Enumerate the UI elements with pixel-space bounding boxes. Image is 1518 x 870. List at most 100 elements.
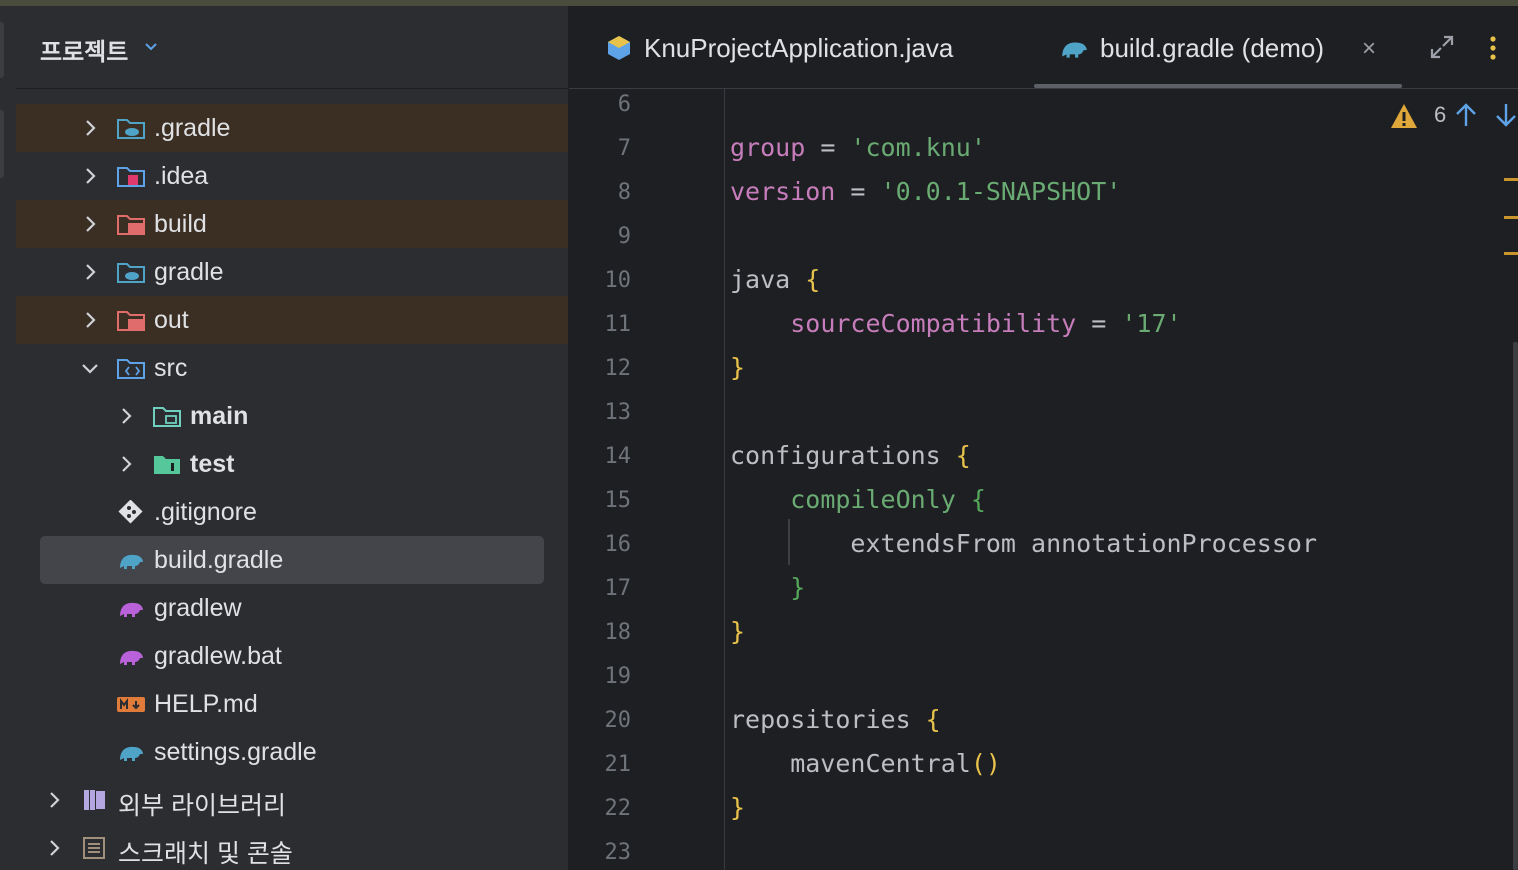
tool-window-handle[interactable] [0, 110, 4, 178]
code-token: } [730, 617, 746, 646]
code-token: java [730, 265, 806, 294]
tree-item-gitignore[interactable]: .gitignore [16, 488, 568, 536]
code-token: extendsFrom annotationProcessor [730, 529, 1317, 558]
code-token: sourceCompatibility [790, 309, 1077, 338]
code-token: { [970, 485, 986, 514]
module-folder-icon [153, 407, 181, 427]
chevron-right-icon[interactable] [80, 166, 100, 186]
tree-item-dot-idea[interactable]: .idea [16, 152, 568, 200]
tree-item-gradlew[interactable]: gradlew [16, 584, 568, 632]
line-number: 10 [604, 268, 632, 293]
code-token: = [1076, 309, 1122, 338]
code-token: repositories [730, 705, 926, 734]
editor-scrollbar[interactable] [1513, 342, 1518, 870]
project-panel-header: 프로젝트 [16, 6, 568, 89]
code-line[interactable]: } [730, 793, 745, 822]
code-token: () [970, 749, 1001, 778]
gradlew-icon [120, 602, 143, 617]
code-line[interactable]: } [730, 353, 745, 382]
code-line[interactable]: compileOnly { [730, 485, 986, 514]
tree-item-test[interactable]: test [16, 440, 568, 488]
tree-item-label: settings.gradle [154, 738, 317, 766]
tree-item-build-gradle[interactable]: build.gradle [16, 536, 568, 584]
line-number: 18 [604, 620, 632, 645]
code-line[interactable]: } [730, 617, 745, 646]
code-line[interactable]: mavenCentral() [730, 749, 1001, 778]
code-line[interactable]: java { [730, 265, 820, 294]
project-panel-title[interactable]: 프로젝트 [40, 32, 128, 67]
tab-knu-project-application[interactable]: KnuProjectApplication.java [569, 6, 1009, 88]
java-class-icon [608, 36, 630, 60]
tree-item-label: 외부 라이브러리 [118, 792, 286, 820]
tree-item-gradlew-bat[interactable]: gradlew.bat [16, 632, 568, 680]
tree-item-gradle[interactable]: gradle [16, 248, 568, 296]
code-line[interactable]: group = 'com.knu' [730, 133, 986, 162]
code-line[interactable]: sourceCompatibility = '17' [730, 309, 1181, 338]
line-number: 23 [604, 840, 632, 865]
code-token: '0.0.1-SNAPSHOT' [880, 177, 1122, 206]
code-line[interactable]: } [730, 573, 805, 602]
chevron-down-icon[interactable] [143, 39, 159, 55]
tree-item-external-libraries[interactable]: 외부 라이브러리 [16, 776, 568, 824]
chevron-right-icon[interactable] [80, 214, 100, 234]
warning-marker[interactable] [1504, 216, 1518, 219]
source-folder-icon [117, 359, 145, 379]
tree-item-dot-gradle[interactable]: .gradle [16, 104, 568, 152]
excluded-folder-icon [117, 311, 145, 331]
chevron-right-icon[interactable] [116, 454, 136, 474]
tree-item-label: src [154, 354, 188, 382]
line-number: 14 [604, 444, 632, 469]
warning-marker[interactable] [1504, 178, 1518, 181]
tab-label: KnuProjectApplication.java [644, 33, 954, 63]
line-number: 17 [604, 576, 632, 601]
line-number: 15 [604, 488, 632, 513]
tree-item-src[interactable]: src [16, 344, 568, 392]
chevron-right-icon[interactable] [80, 262, 100, 282]
line-number: 11 [604, 312, 632, 337]
tree-item-settings-gradle[interactable]: settings.gradle [16, 728, 568, 776]
line-number: 16 [604, 532, 632, 557]
tab-label: build.gradle (demo) [1100, 33, 1325, 63]
chevron-down-icon[interactable] [80, 358, 100, 378]
line-number: 8 [617, 180, 631, 205]
tree-item-label: HELP.md [154, 690, 258, 718]
code-line[interactable]: version = '0.0.1-SNAPSHOT' [730, 177, 1121, 206]
arrow-up-icon[interactable] [1454, 102, 1478, 128]
arrow-down-icon[interactable] [1494, 102, 1518, 128]
more-options-icon[interactable] [1487, 34, 1499, 62]
chevron-right-icon[interactable] [116, 406, 136, 426]
scratch-icon [83, 837, 105, 859]
chevron-right-icon[interactable] [44, 838, 64, 858]
code-line[interactable]: configurations { [730, 441, 971, 470]
tree-item-label: build.gradle [154, 546, 284, 574]
code-token: mavenCentral [730, 749, 971, 778]
tree-item-label: gradlew [154, 594, 242, 622]
tree-item-main[interactable]: main [16, 392, 568, 440]
warning-marker[interactable] [1504, 252, 1518, 255]
tree-item-label: 스크래치 및 콘솔 [118, 840, 293, 868]
tree-item-help-md[interactable]: HELP.md [16, 680, 568, 728]
code-line[interactable]: repositories { [730, 705, 941, 734]
close-icon[interactable]: × [1362, 35, 1376, 63]
tree-item-scratches[interactable]: 스크래치 및 콘솔 [16, 824, 568, 870]
line-number: 22 [604, 796, 632, 821]
code-line[interactable]: extendsFrom annotationProcessor [730, 529, 1317, 558]
tree-item-label: build [154, 210, 207, 238]
code-token: } [730, 353, 746, 382]
tool-window-handle[interactable] [0, 22, 4, 78]
chevron-right-icon[interactable] [80, 118, 100, 138]
tree-item-label: out [154, 306, 189, 334]
tree-item-label: .gradle [154, 114, 231, 142]
code-token: { [955, 441, 971, 470]
gradle-file-icon [1062, 42, 1087, 58]
chevron-right-icon[interactable] [44, 790, 64, 810]
line-number: 13 [604, 400, 632, 425]
tree-item-build[interactable]: build [16, 200, 568, 248]
tree-item-out[interactable]: out [16, 296, 568, 344]
maximize-icon[interactable] [1429, 34, 1455, 60]
tool-window-strip [0, 6, 16, 870]
tab-build-gradle[interactable]: build.gradle (demo) [1034, 6, 1402, 88]
chevron-right-icon[interactable] [80, 310, 100, 330]
